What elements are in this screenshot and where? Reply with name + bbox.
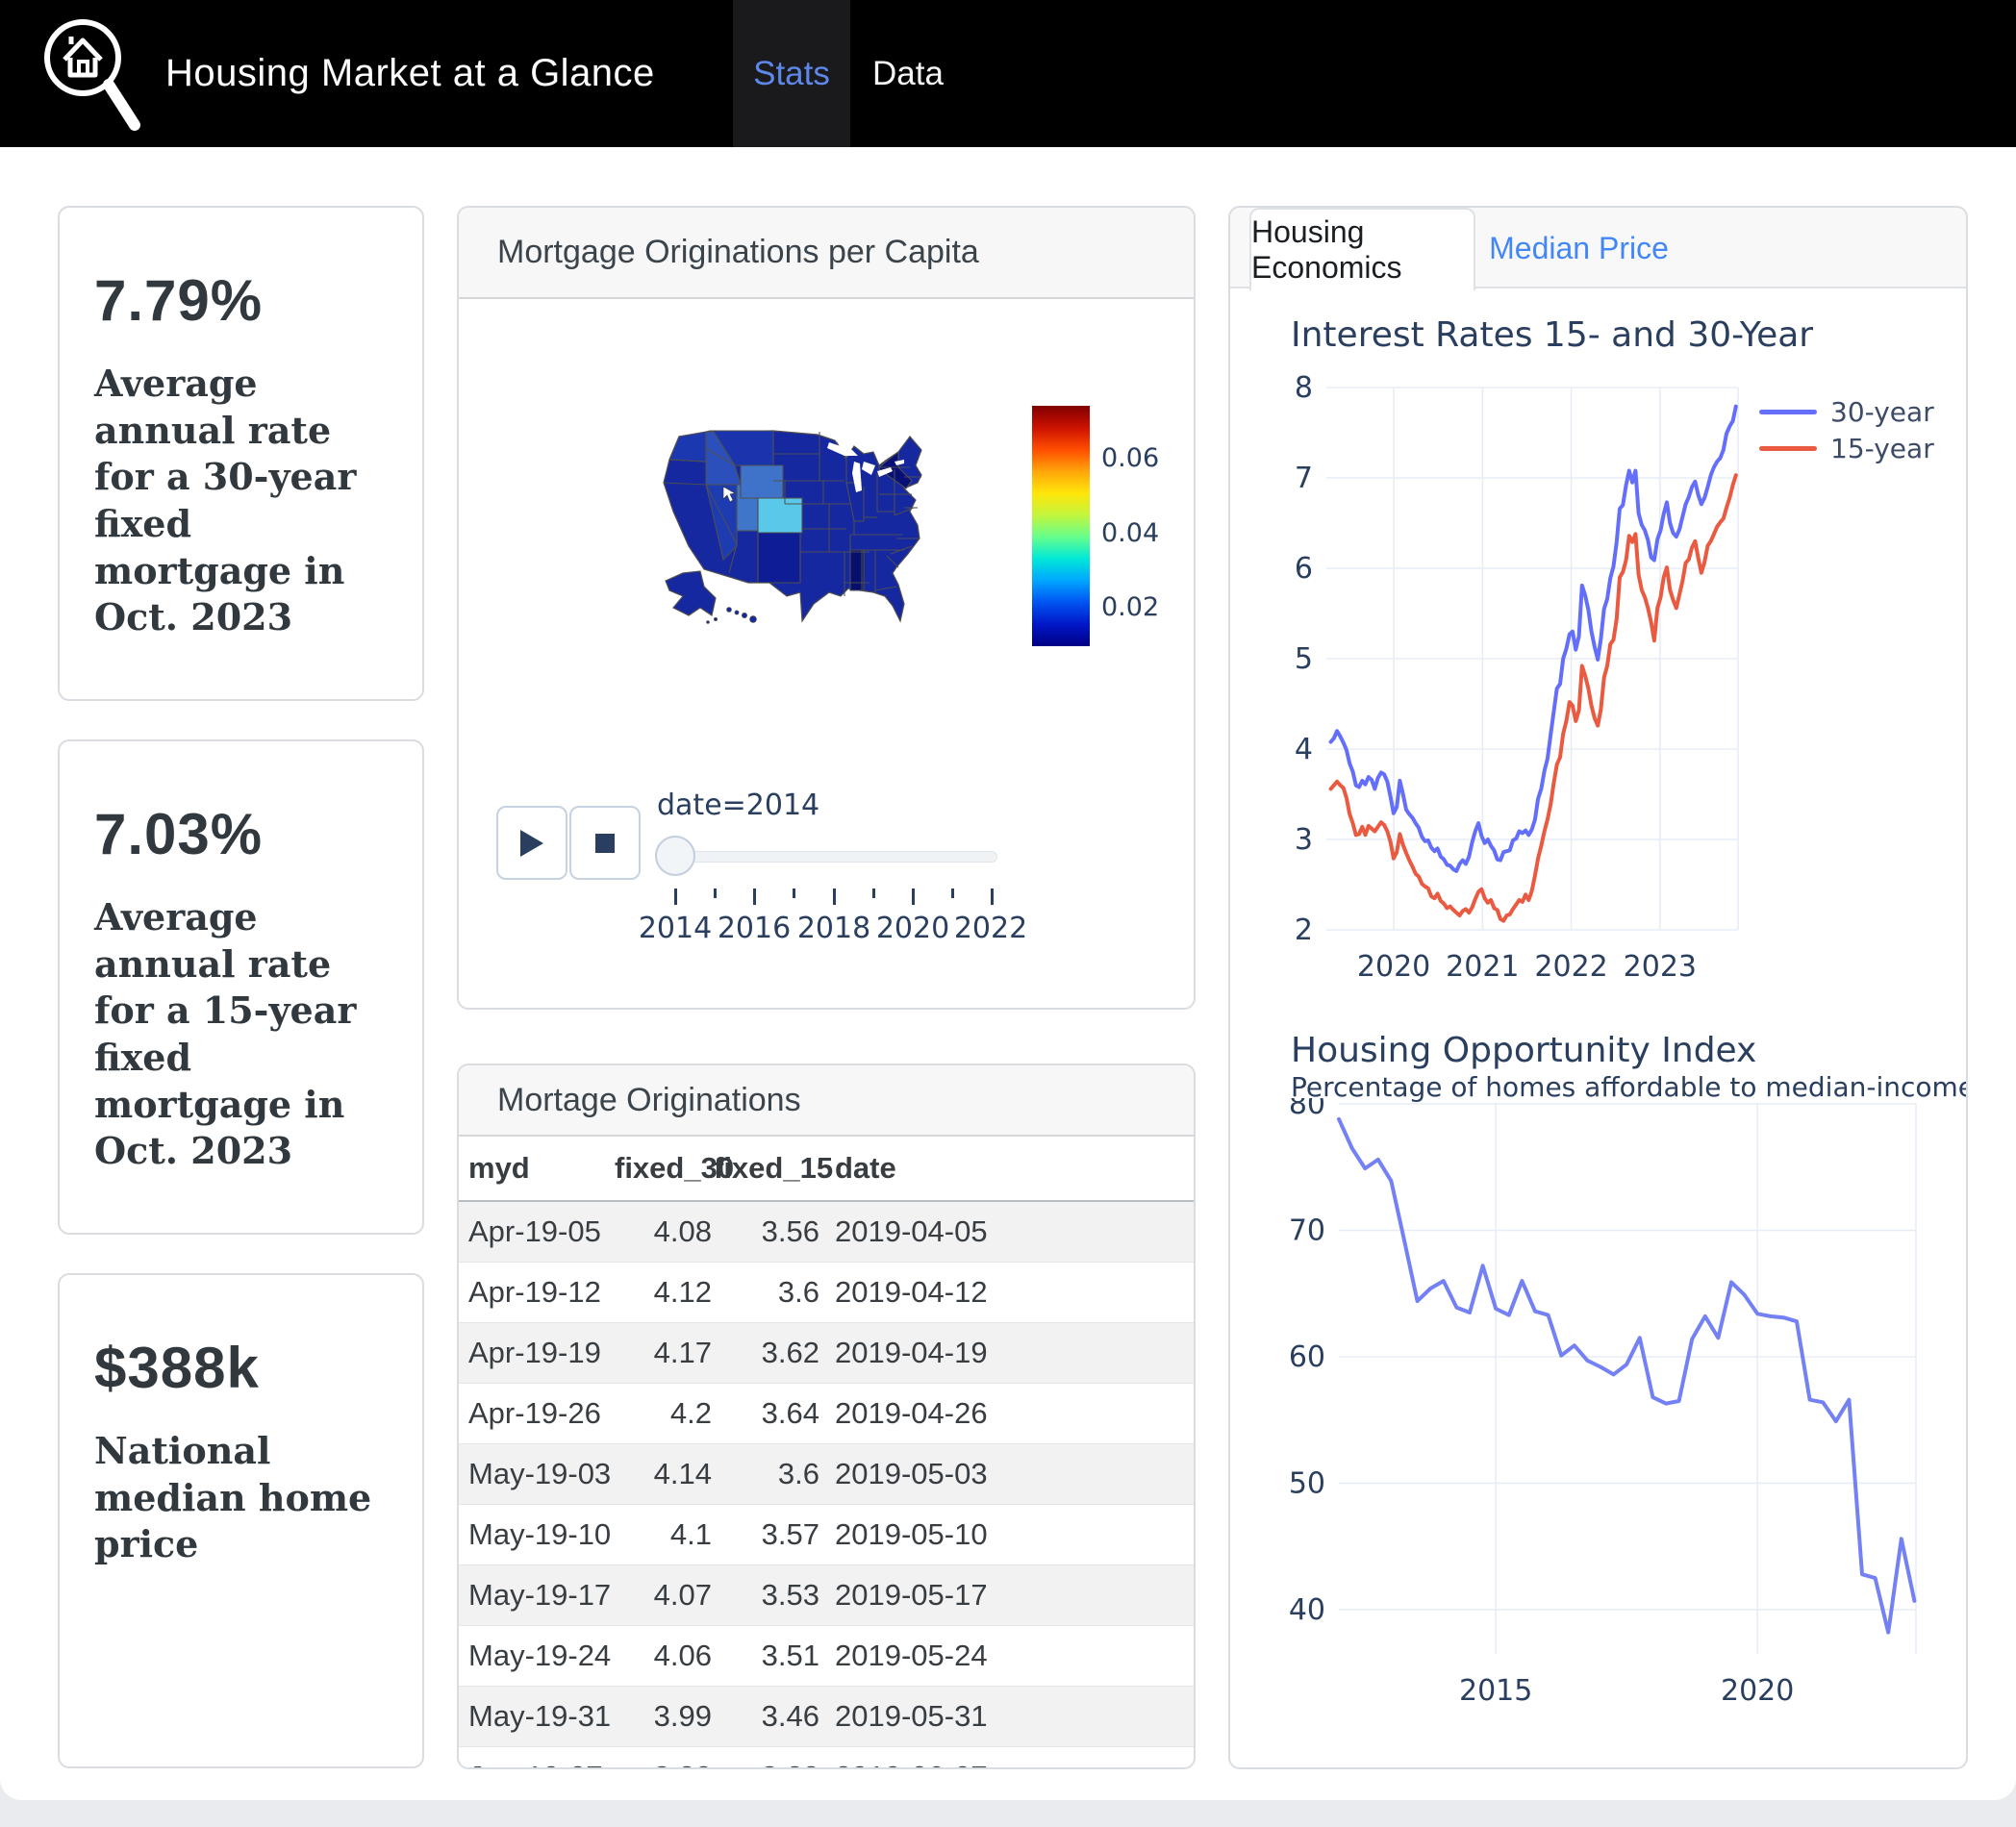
col-header-date: date: [820, 1137, 1194, 1201]
play-icon: [519, 829, 544, 858]
table-row: May-19-034.143.62019-05-03: [459, 1444, 1194, 1505]
table-body: Apr-19-054.083.562019-04-05Apr-19-124.12…: [459, 1201, 1194, 1769]
map-colorbar: [1032, 406, 1090, 646]
svg-text:3: 3: [1295, 823, 1313, 857]
legend-item[interactable]: 30-year: [1759, 393, 1934, 430]
stat-card-30yr: 7.79% Average annual rate for a 30-year …: [58, 206, 424, 701]
table-row: May-19-104.13.572019-05-10: [459, 1505, 1194, 1565]
date-slider-track[interactable]: [666, 851, 997, 863]
svg-text:2: 2: [1295, 914, 1313, 947]
stat-desc-15yr: Average annual rate for a 15-year fixed …: [94, 894, 388, 1175]
svg-text:2023: 2023: [1624, 950, 1697, 984]
stop-icon: [594, 833, 616, 854]
table-row: May-19-244.063.512019-05-24: [459, 1626, 1194, 1687]
slider-tick: [753, 888, 756, 905]
table-header-row: myd fixed_30 fixed_15 date: [459, 1137, 1194, 1201]
stat-desc-30yr: Average annual rate for a 30-year fixed …: [94, 361, 388, 641]
hoi-chart-title: Housing Opportunity Index: [1291, 1031, 1756, 1070]
slider-tick: [793, 888, 795, 898]
stop-button[interactable]: [569, 806, 641, 880]
house-magnifier-logo-icon: [37, 8, 142, 142]
map-card: Mortgage Originations per Capita: [457, 206, 1196, 1010]
svg-text:7: 7: [1295, 462, 1313, 495]
header-tab-stats[interactable]: Stats: [733, 0, 850, 147]
col-header-fixed30: fixed_30: [614, 1137, 713, 1201]
table-row: Apr-19-124.123.62019-04-12: [459, 1263, 1194, 1323]
stat-value-15yr: 7.03%: [94, 801, 388, 867]
svg-text:5: 5: [1295, 642, 1313, 676]
table-card-title: Mortage Originations: [459, 1065, 1194, 1137]
svg-text:2020: 2020: [1721, 1674, 1794, 1708]
svg-text:60: 60: [1289, 1340, 1325, 1374]
svg-text:40: 40: [1289, 1593, 1325, 1627]
legend-line-swatch: [1759, 446, 1817, 451]
alaska-shape: [666, 571, 716, 615]
slider-tick: [872, 888, 875, 898]
chart-legend: 30-year 15-year: [1759, 393, 1934, 466]
svg-text:2022: 2022: [1534, 950, 1607, 984]
page-footer-background: [0, 1800, 2016, 1827]
map-card-title: Mortgage Originations per Capita: [459, 208, 1194, 299]
table-card: Mortage Originations myd fixed_30 fixed_…: [457, 1064, 1196, 1769]
table-row: Jun-19-073.823.282019-06-07: [459, 1747, 1194, 1770]
col-header-fixed15: fixed_15: [713, 1137, 820, 1201]
app-title: Housing Market at a Glance: [165, 0, 655, 147]
slider-tick: [951, 888, 954, 898]
svg-text:50: 50: [1289, 1466, 1325, 1500]
housing-opportunity-chart[interactable]: 2015 2020 40 50 60 70 80: [1230, 1098, 1968, 1733]
colorbar-tick-high: 0.06: [1101, 443, 1207, 476]
slider-tick-label: 2022: [933, 912, 1048, 945]
table-row: Apr-19-194.173.622019-04-19: [459, 1323, 1194, 1384]
svg-text:70: 70: [1289, 1214, 1325, 1247]
tab-median-price[interactable]: Median Price: [1475, 208, 1682, 288]
stat-card-15yr: 7.03% Average annual rate for a 15-year …: [58, 739, 424, 1235]
legend-label: 30-year: [1830, 396, 1934, 428]
stat-card-median-price: $388k National median home price: [58, 1273, 424, 1768]
us-choropleth-map[interactable]: [656, 427, 964, 631]
table-row: Apr-19-054.083.562019-04-05: [459, 1201, 1194, 1263]
slider-tick: [674, 888, 677, 905]
slider-current-value: date=2014: [657, 788, 819, 822]
svg-text:6: 6: [1295, 552, 1313, 586]
interest-rates-chart-title: Interest Rates 15- and 30-Year: [1291, 315, 1813, 355]
slider-tick: [912, 888, 915, 905]
svg-text:80: 80: [1289, 1098, 1325, 1121]
hawaii-shape: [707, 608, 757, 624]
stat-desc-median-price: National median home price: [94, 1428, 388, 1568]
legend-line-swatch: [1759, 410, 1817, 414]
legend-item[interactable]: 15-year: [1759, 430, 1934, 466]
svg-text:2020: 2020: [1357, 950, 1430, 984]
table-row: May-19-313.993.462019-05-31: [459, 1687, 1194, 1747]
svg-text:4: 4: [1295, 733, 1313, 766]
col-header-myd: myd: [459, 1137, 614, 1201]
tab-housing-economics[interactable]: Housing Economics: [1249, 208, 1475, 290]
slider-tick: [833, 888, 836, 905]
play-button[interactable]: [496, 806, 567, 880]
main-content: 7.79% Average annual rate for a 30-year …: [0, 147, 2016, 1800]
colorbar-tick-mid: 0.04: [1101, 518, 1207, 551]
legend-label: 15-year: [1830, 433, 1934, 464]
svg-text:2021: 2021: [1446, 950, 1519, 984]
header-tab-data[interactable]: Data: [850, 0, 966, 147]
table-row: May-19-174.073.532019-05-17: [459, 1565, 1194, 1626]
stat-value-30yr: 7.79%: [94, 267, 388, 334]
slider-tick: [714, 888, 717, 898]
stat-value-median-price: $388k: [94, 1335, 388, 1401]
colorbar-tick-low: 0.02: [1101, 592, 1207, 625]
svg-text:8: 8: [1295, 371, 1313, 405]
app-header: Housing Market at a Glance Stats Data: [0, 0, 2016, 147]
date-slider-handle[interactable]: [655, 836, 695, 876]
table-row: Apr-19-264.23.642019-04-26: [459, 1384, 1194, 1444]
mortgage-table: myd fixed_30 fixed_15 date Apr-19-054.08…: [459, 1137, 1194, 1769]
svg-text:2015: 2015: [1459, 1674, 1532, 1708]
slider-tick: [991, 888, 994, 905]
charts-panel: Housing Economics Median Price Interest …: [1228, 206, 1968, 1769]
